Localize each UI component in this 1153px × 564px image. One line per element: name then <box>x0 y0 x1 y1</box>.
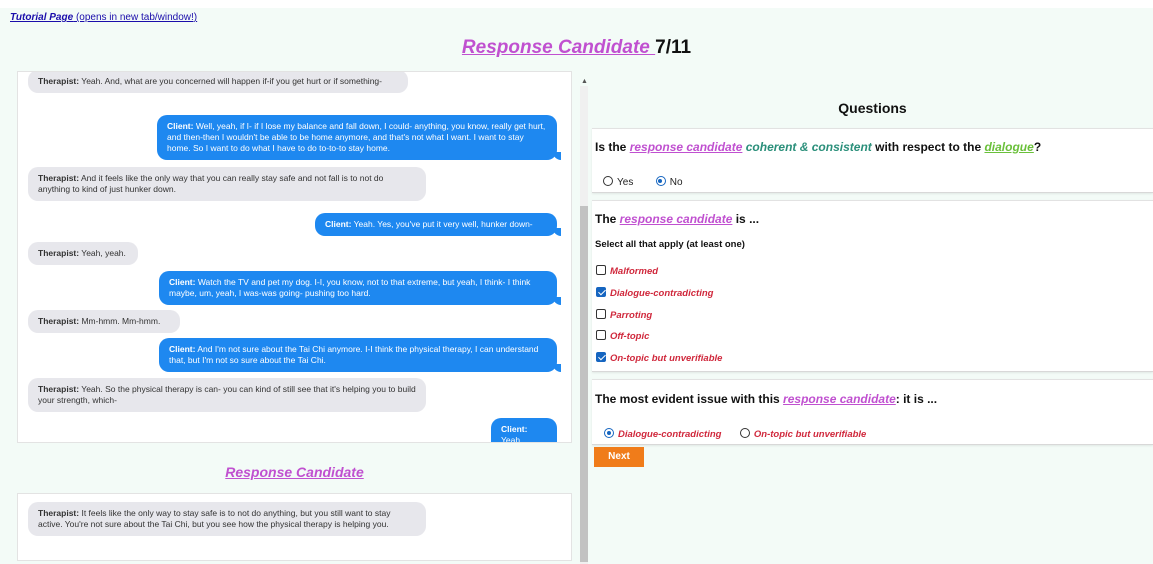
on-topic-unverifiable-radio[interactable] <box>739 428 750 438</box>
yes-radio[interactable] <box>603 176 613 186</box>
dialogue-pane: Therapist: Yeah. And, what are you conce… <box>10 71 580 564</box>
progress-counter: 7/11 <box>655 37 692 58</box>
off-topic-checkbox[interactable] <box>596 330 606 340</box>
question-text: The response candidate is ... <box>595 212 760 226</box>
therapist-message: Therapist: Yeah. So the physical therapy… <box>28 378 426 412</box>
client-message: Client: And I'm not sure about the Tai C… <box>159 338 561 372</box>
checkbox-option[interactable]: On-topic but unverifiable <box>596 348 722 366</box>
response-candidate-link[interactable]: response candidate <box>630 140 743 154</box>
page: Tutorial Page (opens in new tab/window!)… <box>0 8 1153 564</box>
response-candidate-link[interactable]: response candidate <box>783 392 896 406</box>
therapist-message: Therapist: Mm-hmm. Mm-hmm. <box>28 310 180 333</box>
dialogue-contradicting-radio[interactable] <box>604 428 614 438</box>
therapist-message: Therapist: Yeah. And, what are you conce… <box>28 72 408 93</box>
therapist-message: Therapist: And it feels like the only wa… <box>28 167 426 201</box>
title-response-candidate-link[interactable]: Response Candidate <box>462 37 655 58</box>
dialogue-contradicting-label[interactable]: Dialogue-contradicting <box>618 429 721 440</box>
question-issues: The response candidate is ... Select all… <box>592 200 1153 372</box>
malformed-checkbox[interactable] <box>596 265 606 275</box>
scroll-up-icon[interactable]: ▲ <box>581 78 588 85</box>
response-candidate-box: Therapist: It feels like the only way to… <box>17 493 572 561</box>
dialogue-contradicting-checkbox[interactable] <box>596 287 606 297</box>
checkbox-option[interactable]: Off-topic <box>596 326 649 344</box>
tutorial-link[interactable]: Tutorial Page (opens in new tab/window!) <box>10 12 197 23</box>
question-coherence: Is the response candidate coherent & con… <box>592 128 1153 193</box>
no-radio[interactable] <box>655 176 666 186</box>
questions-heading: Questions <box>838 100 907 116</box>
checkbox-option[interactable]: Dialogue-contradicting <box>596 283 713 301</box>
response-candidate-message: Therapist: It feels like the only way to… <box>28 502 426 536</box>
no-label[interactable]: No <box>670 177 683 188</box>
client-message: Client: Watch the TV and pet my dog. I-I… <box>159 271 561 305</box>
therapist-message: Therapist: Yeah, yeah. <box>28 242 138 265</box>
dialogue-scrollbar[interactable]: ▲ ▼ <box>580 78 588 564</box>
dialogue-link[interactable]: dialogue <box>984 140 1033 154</box>
yes-label[interactable]: Yes <box>617 177 633 188</box>
on-topic-unverifiable-checkbox[interactable] <box>596 352 606 362</box>
response-candidate-heading[interactable]: Response Candidate <box>17 464 572 480</box>
client-message: Client: Yeah. <box>491 418 557 442</box>
client-message: Client: Well, yeah, if I- if I lose my b… <box>157 115 561 160</box>
parroting-checkbox[interactable] <box>596 309 606 319</box>
dialogue-box[interactable]: Therapist: Yeah. And, what are you conce… <box>17 71 572 443</box>
question-text: The most evident issue with this respons… <box>595 392 938 406</box>
checkbox-option[interactable]: Malformed <box>596 261 658 279</box>
instruction-text: Select all that apply (at least one) <box>595 239 745 250</box>
page-title: Response Candidate 7/11 <box>0 37 1153 59</box>
on-topic-unverifiable-label[interactable]: On-topic but unverifiable <box>754 429 866 440</box>
question-most-evident: The most evident issue with this respons… <box>592 379 1153 445</box>
checkbox-option[interactable]: Parroting <box>596 305 652 323</box>
scroll-thumb[interactable] <box>580 206 588 562</box>
question-text: Is the response candidate coherent & con… <box>595 140 1042 154</box>
response-candidate-link[interactable]: response candidate <box>620 212 733 226</box>
client-message: Client: Yeah. Yes, you've put it very we… <box>315 213 561 236</box>
next-button[interactable]: Next <box>594 447 644 467</box>
